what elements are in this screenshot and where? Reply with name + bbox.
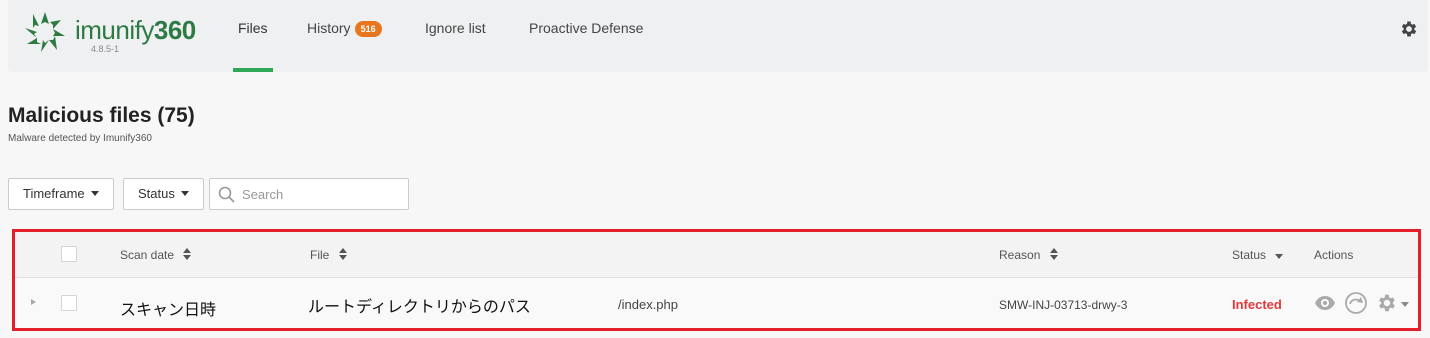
app-version: 4.8.5-1 — [91, 44, 120, 54]
imunify360-logo[interactable]: imunify360 4.8.5-1 — [23, 10, 213, 58]
status-label: Status — [138, 186, 175, 201]
top-navigation-bar: imunify360 4.8.5-1 Files History 516 Igno… — [8, 0, 1428, 72]
history-count-badge: 516 — [354, 21, 382, 37]
caret-down-icon — [1275, 254, 1284, 259]
active-tab-indicator — [233, 68, 273, 72]
column-status[interactable]: Status — [1232, 248, 1284, 262]
file-root-path-cell: ルートディレクトリからのパス — [308, 299, 531, 316]
malicious-files-table: Scan date File Reason Status Actions スキャ… — [12, 229, 1421, 331]
sort-icon — [338, 248, 347, 260]
sort-icon — [183, 248, 192, 260]
select-all-checkbox[interactable] — [61, 246, 77, 262]
settings-gear-icon[interactable] — [1399, 19, 1419, 39]
column-scan-date-label: Scan date — [120, 248, 175, 262]
column-actions: Actions — [1314, 248, 1354, 262]
eye-icon[interactable] — [1314, 292, 1336, 314]
search-input[interactable] — [242, 185, 402, 203]
search-box[interactable] — [209, 178, 409, 210]
row-checkbox[interactable] — [61, 295, 77, 311]
column-status-label: Status — [1232, 248, 1267, 262]
caret-down-icon — [90, 191, 99, 196]
sort-icon — [1049, 248, 1058, 260]
tab-history-label: History — [307, 20, 351, 36]
scan-date-cell: スキャン日時 — [120, 302, 217, 319]
file-name-cell[interactable]: /index.php — [618, 297, 678, 312]
page-title: Malicious files (75) — [8, 104, 195, 127]
column-file-label: File — [310, 248, 330, 262]
tab-history[interactable]: History 516 — [307, 20, 382, 72]
logo-text: imunify360 — [75, 15, 196, 45]
restore-icon[interactable] — [1344, 291, 1368, 315]
status-dropdown[interactable]: Status — [123, 178, 204, 210]
search-icon — [218, 186, 235, 203]
tab-proactive-defense[interactable]: Proactive Defense — [529, 20, 643, 72]
reason-cell: SMW-INJ-03713-drwy-3 — [999, 298, 1128, 312]
caret-down-icon — [180, 191, 189, 196]
column-reason[interactable]: Reason — [999, 248, 1058, 262]
column-file[interactable]: File — [310, 248, 347, 262]
tab-proactive-defense-label: Proactive Defense — [529, 20, 644, 36]
table-row[interactable]: スキャン日時 ルートディレクトリからのパス /index.php SMW-INJ… — [15, 278, 1418, 328]
gear-icon[interactable] — [1376, 292, 1398, 314]
timeframe-label: Timeframe — [23, 186, 85, 201]
caret-down-icon[interactable] — [1401, 300, 1409, 308]
table-header: Scan date File Reason Status Actions — [15, 232, 1418, 278]
page-subtitle: Malware detected by Imunify360 — [8, 133, 152, 144]
column-reason-label: Reason — [999, 248, 1041, 262]
tab-files[interactable]: Files — [233, 20, 273, 72]
logo-mark-icon — [25, 12, 65, 52]
timeframe-dropdown[interactable]: Timeframe — [8, 178, 114, 210]
tab-ignore-list[interactable]: Ignore list — [425, 20, 486, 72]
expand-row-icon[interactable] — [31, 299, 36, 305]
status-badge: Infected — [1232, 297, 1282, 312]
column-scan-date[interactable]: Scan date — [120, 248, 192, 262]
tab-files-label: Files — [238, 20, 268, 36]
tab-ignore-list-label: Ignore list — [425, 20, 486, 36]
